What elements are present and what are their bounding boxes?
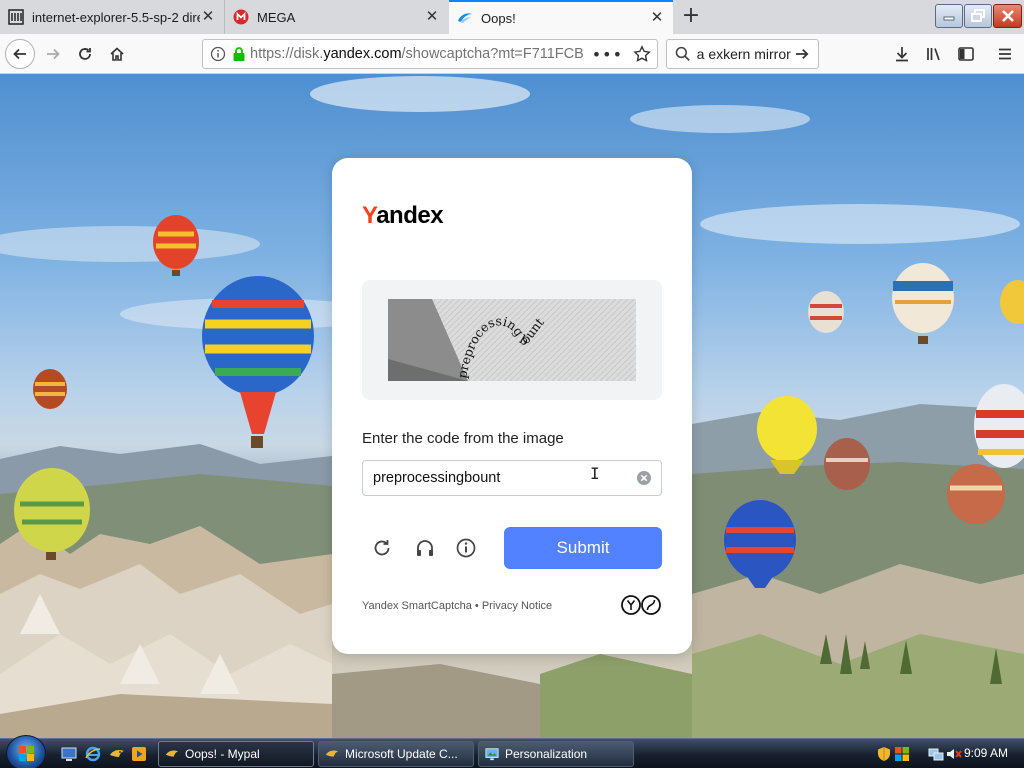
- logo-text: andex: [376, 202, 444, 229]
- go-arrow-icon[interactable]: [794, 46, 810, 62]
- captcha-code-input[interactable]: [362, 460, 662, 496]
- task-oops-mypal[interactable]: Oops! - Mypal: [158, 741, 314, 767]
- clear-input-button[interactable]: [636, 470, 652, 486]
- balloon: [947, 464, 1005, 524]
- headphones-icon: [417, 540, 433, 556]
- url-path: /showcaptcha?mt=F711FCB: [401, 46, 584, 62]
- media-player-icon[interactable]: [131, 746, 147, 762]
- task-label: Personalization: [505, 747, 588, 761]
- mypal-icon[interactable]: [109, 746, 125, 762]
- balloon: [1000, 280, 1024, 324]
- mega-icon: [233, 9, 249, 25]
- url-prefix: https://disk.: [250, 46, 324, 62]
- task-label: Microsoft Update C...: [345, 747, 458, 761]
- smartcaptcha-link[interactable]: Yandex SmartCaptcha: [362, 600, 472, 612]
- page-actions-icon[interactable]: •••: [592, 45, 623, 64]
- tab-title: internet-explorer-5.5-sp-2 direc: [32, 9, 200, 25]
- reload-icon: [79, 48, 91, 60]
- close-tab-icon[interactable]: ✕: [649, 10, 665, 26]
- close-tab-icon[interactable]: ✕: [200, 9, 216, 25]
- tab-title: Oops!: [481, 10, 516, 26]
- url-text[interactable]: https://disk.yandex.com/showcaptcha?mt=F…: [250, 46, 590, 62]
- balloon: [153, 215, 199, 276]
- refresh-captcha-button[interactable]: [370, 536, 394, 560]
- windows-flag-icon[interactable]: [894, 746, 910, 762]
- info-icon[interactable]: [210, 46, 226, 62]
- downloads-button[interactable]: [887, 39, 917, 69]
- volume-muted-icon[interactable]: [946, 746, 962, 762]
- privacy-notice-link[interactable]: Privacy Notice: [482, 600, 552, 612]
- tab-strip: internet-explorer-5.5-sp-2 direc ✕ MEGA …: [0, 0, 1024, 34]
- personalization-icon: [485, 748, 499, 761]
- new-tab-button[interactable]: +: [676, 2, 706, 32]
- tab-mega[interactable]: MEGA ✕: [224, 0, 448, 34]
- balloon: [33, 369, 67, 409]
- task-personalization[interactable]: Personalization: [478, 741, 634, 767]
- sidebar-icon: [958, 47, 974, 61]
- sidebar-button[interactable]: [951, 39, 981, 69]
- captcha-image-container: preprocessing bount: [362, 280, 662, 400]
- library-icon: [927, 48, 940, 61]
- captcha-prompt: Enter the code from the image: [362, 430, 564, 447]
- info-icon: [456, 538, 476, 558]
- url-domain: yandex.com: [323, 46, 402, 62]
- captcha-card: Yandex preprocessing bount Enter the cod…: [332, 158, 692, 654]
- home-button[interactable]: [102, 39, 132, 69]
- yandex-logo: Yandex: [362, 202, 444, 230]
- yandex-disk-icon: [457, 10, 473, 26]
- captcha-image: preprocessing bount: [388, 299, 636, 381]
- clear-icon: [637, 471, 651, 485]
- footer-separator: •: [471, 600, 482, 612]
- show-desktop-icon[interactable]: [61, 746, 77, 762]
- hamburger-menu-icon: [999, 48, 1011, 60]
- info-button[interactable]: [454, 536, 478, 560]
- network-icon[interactable]: [928, 746, 944, 762]
- audio-captcha-button[interactable]: [413, 536, 437, 560]
- menu-button[interactable]: [990, 39, 1020, 69]
- forward-button[interactable]: [38, 39, 68, 69]
- arrow-left-icon: [13, 48, 26, 60]
- task-microsoft-update[interactable]: Microsoft Update C...: [318, 741, 474, 767]
- restore-button[interactable]: [964, 4, 992, 28]
- archive-icon: [8, 9, 24, 25]
- balloon: [808, 291, 844, 333]
- minimize-button[interactable]: [935, 4, 963, 28]
- search-icon: [675, 46, 690, 61]
- arrow-right-icon: [47, 48, 60, 60]
- taskbar: Oops! - Mypal Microsoft Update C... Pers…: [0, 735, 1024, 768]
- tab-title: MEGA: [257, 9, 296, 25]
- search-text[interactable]: a exkern mirror: [697, 46, 795, 62]
- logo-letter-y: Y: [362, 202, 377, 229]
- navigation-toolbar: https://disk.yandex.com/showcaptcha?mt=F…: [0, 34, 1024, 74]
- lock-icon[interactable]: [232, 46, 246, 62]
- system-clock[interactable]: 9:09 AM: [964, 746, 1008, 760]
- refresh-icon: [374, 540, 390, 556]
- close-window-button[interactable]: [993, 4, 1022, 28]
- yandex-brand-icon: [621, 595, 661, 615]
- mypal-icon: [325, 750, 339, 757]
- bookmark-star-icon[interactable]: [633, 45, 651, 63]
- submit-button[interactable]: Submit: [504, 527, 662, 569]
- balloon: [892, 263, 954, 344]
- back-button[interactable]: [5, 39, 35, 69]
- windows-logo-icon: [19, 746, 34, 761]
- close-tab-icon[interactable]: ✕: [424, 9, 440, 25]
- tab-internet-explorer[interactable]: internet-explorer-5.5-sp-2 direc ✕: [0, 0, 224, 34]
- text-cursor-icon: I: [590, 464, 600, 483]
- balloon: [202, 276, 314, 448]
- task-label: Oops! - Mypal: [185, 747, 260, 761]
- balloon: [824, 438, 870, 490]
- home-icon: [110, 47, 124, 61]
- start-button[interactable]: [6, 735, 46, 768]
- mypal-icon: [165, 750, 179, 757]
- internet-explorer-icon[interactable]: [85, 746, 101, 762]
- library-button[interactable]: [919, 39, 949, 69]
- tab-oops[interactable]: Oops! ✕: [449, 0, 673, 34]
- security-shield-icon[interactable]: [876, 746, 892, 762]
- search-bar[interactable]: a exkern mirror: [666, 39, 819, 69]
- reload-button[interactable]: [70, 39, 100, 69]
- captcha-footer: Yandex SmartCaptcha • Privacy Notice: [362, 600, 552, 612]
- address-bar[interactable]: https://disk.yandex.com/showcaptcha?mt=F…: [202, 39, 658, 69]
- download-icon: [896, 47, 908, 62]
